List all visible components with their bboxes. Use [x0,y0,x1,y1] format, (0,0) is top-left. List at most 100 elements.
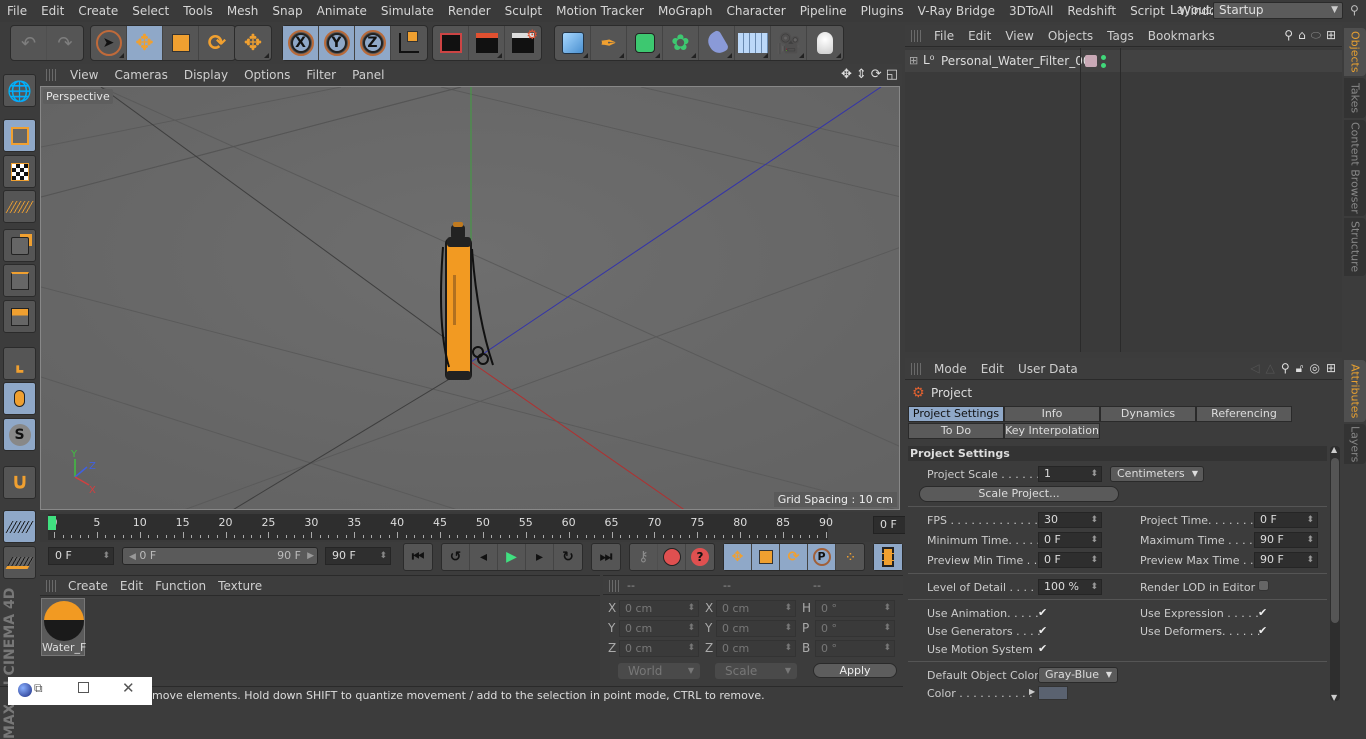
viewport-menu-options[interactable]: Options [236,68,298,82]
coordinate-space-select[interactable]: World ▼ [618,663,700,679]
redo-button[interactable]: ↷ [47,26,83,60]
goto-start-button[interactable]: ⏮ [404,544,432,570]
project-scale-unit-select[interactable]: Centimeters ▼ [1110,466,1204,482]
orbit-icon[interactable]: ⟳ [871,67,882,82]
key-pla-button[interactable]: ⁘ [836,544,864,570]
render-visibility-dot[interactable] [1101,63,1106,68]
menu-select[interactable]: Select [125,4,176,18]
end-frame-field[interactable]: 90 F ⬍ [325,547,391,565]
side-tab-content-browser[interactable]: Content Browser [1344,120,1366,216]
menu-3dtoall[interactable]: 3DToAll [1002,4,1060,18]
rot-b-field[interactable]: 0 ° ⬍ [815,640,895,657]
y-axis-button[interactable]: Y [319,26,355,60]
timeline-ruler[interactable]: 051015202530354045505560657075808590 [48,514,833,540]
z-axis-button[interactable]: Z [355,26,391,60]
material-item[interactable]: Water_F [41,598,86,656]
camera-button[interactable]: 🎥 [771,26,807,60]
next-frame-button[interactable]: ▸ [526,544,554,570]
scale-project-button[interactable]: Scale Project... [919,486,1119,502]
material-menu-edit[interactable]: Edit [114,579,149,593]
om-menu-file[interactable]: File [927,29,961,43]
deformer-button[interactable] [699,26,735,60]
attr-menu-edit[interactable]: Edit [974,362,1011,376]
scrollbar-thumb[interactable] [1331,458,1339,623]
material-menu-create[interactable]: Create [62,579,114,593]
cloner-button[interactable]: ✿ [663,26,699,60]
size-z-field[interactable]: 0 cm ⬍ [716,640,796,657]
record-key-button[interactable]: ⚷ [630,544,658,570]
size-x-field[interactable]: 0 cm ⬍ [716,600,796,617]
project-time-field[interactable]: 0 F ⬍ [1254,512,1318,528]
om-menu-tags[interactable]: Tags [1100,29,1141,43]
drag-handle-icon[interactable] [46,579,56,592]
point-mode-button[interactable] [3,229,36,262]
menu-redshift[interactable]: Redshift [1060,4,1123,18]
size-y-field[interactable]: 0 cm ⬍ [716,620,796,637]
menu-v-ray-bridge[interactable]: V-Ray Bridge [911,4,1002,18]
maximize-view-icon[interactable]: ◱ [886,67,898,82]
pos-z-field[interactable]: 0 cm ⬍ [619,640,699,657]
range-left-arrow-icon[interactable]: ◀ [129,552,136,562]
live-selection-button[interactable]: ➤ [91,26,127,60]
render-picture-viewer-button[interactable] [469,26,505,60]
menu-pipeline[interactable]: Pipeline [793,4,854,18]
undo-button[interactable]: ↶ [11,26,47,60]
range-right-arrow-icon[interactable]: ▶ [307,548,314,564]
3d-viewport[interactable]: Y Z X Perspective Grid Spacing : 10 cm [40,86,900,510]
axis-mode-button[interactable]: ⌞ [3,347,36,380]
menu-file[interactable]: File [0,4,34,18]
drag-handle-icon[interactable] [911,29,921,42]
edge-mode-button[interactable] [3,264,36,297]
attr-menu-user-data[interactable]: User Data [1011,362,1085,376]
pos-y-field[interactable]: 0 cm ⬍ [619,620,699,637]
new-window-icon[interactable]: ⊞ [1326,28,1336,43]
home-icon[interactable]: ⌂ [1298,28,1306,43]
size-mode-select[interactable]: Scale ▼ [715,663,797,679]
side-tab-takes[interactable]: Takes [1344,78,1366,118]
color-swatch[interactable] [1038,686,1068,700]
menu-script[interactable]: Script [1123,4,1172,18]
viewport-menu-filter[interactable]: Filter [298,68,344,82]
project-scale-field[interactable]: 1 ⬍ [1038,466,1102,482]
rot-p-field[interactable]: 0 ° ⬍ [815,620,895,637]
keyframe-selection-button[interactable]: ? [686,544,714,570]
key-scale-button[interactable] [752,544,780,570]
texture-mode-button[interactable] [3,155,36,188]
render-lod-checkbox[interactable] [1258,580,1269,591]
menu-edit[interactable]: Edit [34,4,71,18]
range-slider[interactable]: ◀ 0 F 90 F ▶ [122,547,318,565]
search-icon[interactable]: ⚲ [1281,361,1290,376]
use-deformers-checkbox[interactable]: ✔ [1258,625,1270,637]
lock-icon[interactable]: 🔓︎ [1296,361,1304,376]
side-tab-structure[interactable]: Structure [1344,218,1366,276]
search-icon[interactable]: ⚲ [1350,3,1359,17]
workplane-rotate-button[interactable] [3,546,36,579]
timeline-window-button[interactable] [874,544,902,570]
menu-motion-tracker[interactable]: Motion Tracker [549,4,651,18]
menu-mesh[interactable]: Mesh [220,4,266,18]
add-cube-button[interactable] [555,26,591,60]
target-icon[interactable]: ◎ [1309,361,1319,376]
render-settings-button[interactable]: ⚙ [505,26,541,60]
recent-tool-button[interactable]: ✥ [235,26,271,60]
default-object-color-select[interactable]: Gray-Blue ▼ [1038,667,1118,683]
polygon-mode-button[interactable] [3,300,36,333]
menu-plugins[interactable]: Plugins [854,4,911,18]
use-motion-system-checkbox[interactable]: ✔ [1038,643,1050,655]
restore-icon[interactable]: ⧉ [34,681,43,696]
start-frame-field[interactable]: 0 F ⬍ [48,547,114,565]
pos-x-field[interactable]: 0 cm ⬍ [619,600,699,617]
key-position-button[interactable]: ✥ [724,544,752,570]
om-menu-objects[interactable]: Objects [1041,29,1100,43]
key-parameter-button[interactable]: P [808,544,836,570]
search-icon[interactable]: ⚲ [1284,28,1293,43]
preview-min-time-field[interactable]: 0 F ⬍ [1038,552,1102,568]
expand-arrow-icon[interactable]: ▶ [1029,687,1035,696]
eye-icon[interactable]: ⬭ [1311,28,1321,43]
menu-animate[interactable]: Animate [310,4,374,18]
menu-snap[interactable]: Snap [265,4,309,18]
om-menu-bookmarks[interactable]: Bookmarks [1141,29,1222,43]
camera-label[interactable]: Perspective [43,89,113,104]
rot-h-field[interactable]: 0 ° ⬍ [815,600,895,617]
lock-workplane-button[interactable] [3,510,36,543]
